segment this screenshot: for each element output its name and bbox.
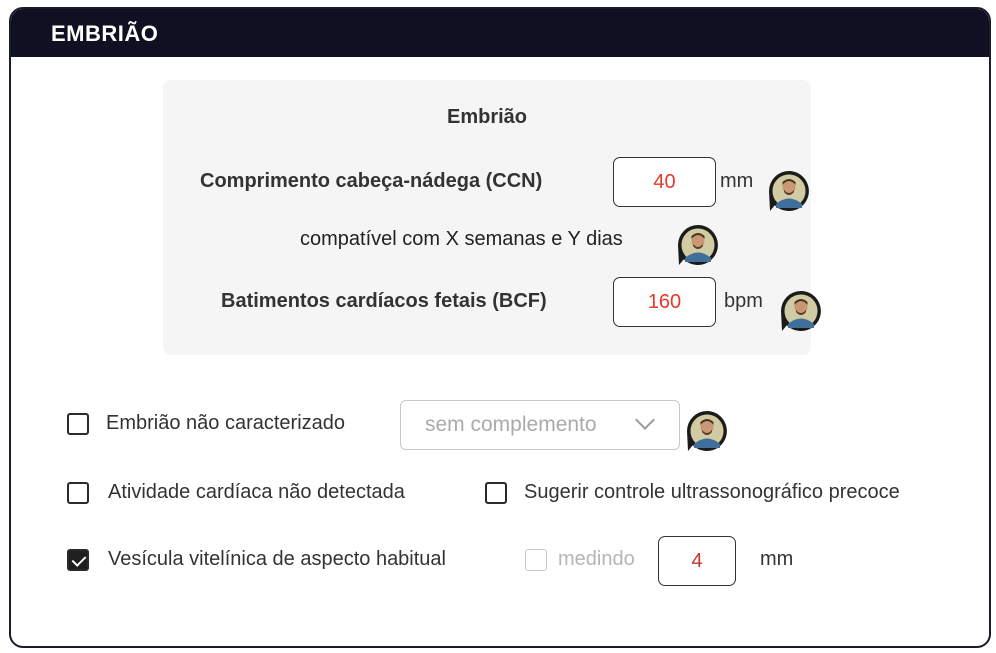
ccn-label: Comprimento cabeça-nádega (CCN) [200, 170, 543, 192]
panel-title: Embrião [446, 106, 528, 128]
nao-caracterizado-label: Embrião não caracterizado [106, 412, 346, 434]
vesicula-unit: mm [760, 548, 794, 570]
section-title: EMBRIÃO [51, 21, 159, 46]
user-avatar-icon[interactable] [675, 222, 721, 268]
check-icon [71, 552, 87, 567]
user-avatar-icon[interactable] [684, 408, 730, 454]
vesicula-label: Vesícula vitelínica de aspecto habitual [108, 548, 446, 570]
bcf-label: Batimentos cardíacos fetais (BCF) [221, 290, 547, 312]
complemento-select-value: sem complemento [425, 413, 597, 436]
vesicula-checkbox[interactable] [67, 549, 89, 571]
sugerir-controle-label: Sugerir controle ultrassonográfico preco… [524, 481, 900, 503]
user-avatar-icon[interactable] [766, 168, 812, 214]
ccn-unit: mm [720, 170, 754, 192]
user-avatar-icon[interactable] [778, 288, 824, 334]
ccn-input[interactable] [613, 157, 716, 207]
medindo-label: medindo [558, 548, 635, 570]
medindo-checkbox[interactable] [525, 549, 547, 571]
bcf-unit: bpm [724, 290, 763, 312]
vesicula-measure-input[interactable] [658, 536, 736, 586]
chevron-down-icon [635, 410, 655, 430]
bcf-input[interactable] [613, 277, 716, 327]
atividade-cardiaca-checkbox[interactable] [67, 482, 89, 504]
card-header: EMBRIÃO [11, 9, 989, 57]
atividade-cardiaca-label: Atividade cardíaca não detectada [108, 481, 405, 503]
complemento-select[interactable]: sem complemento [400, 400, 680, 450]
sugerir-controle-checkbox[interactable] [485, 482, 507, 504]
compatible-text: compatível com X semanas e Y dias [300, 228, 623, 250]
nao-caracterizado-checkbox[interactable] [67, 413, 89, 435]
